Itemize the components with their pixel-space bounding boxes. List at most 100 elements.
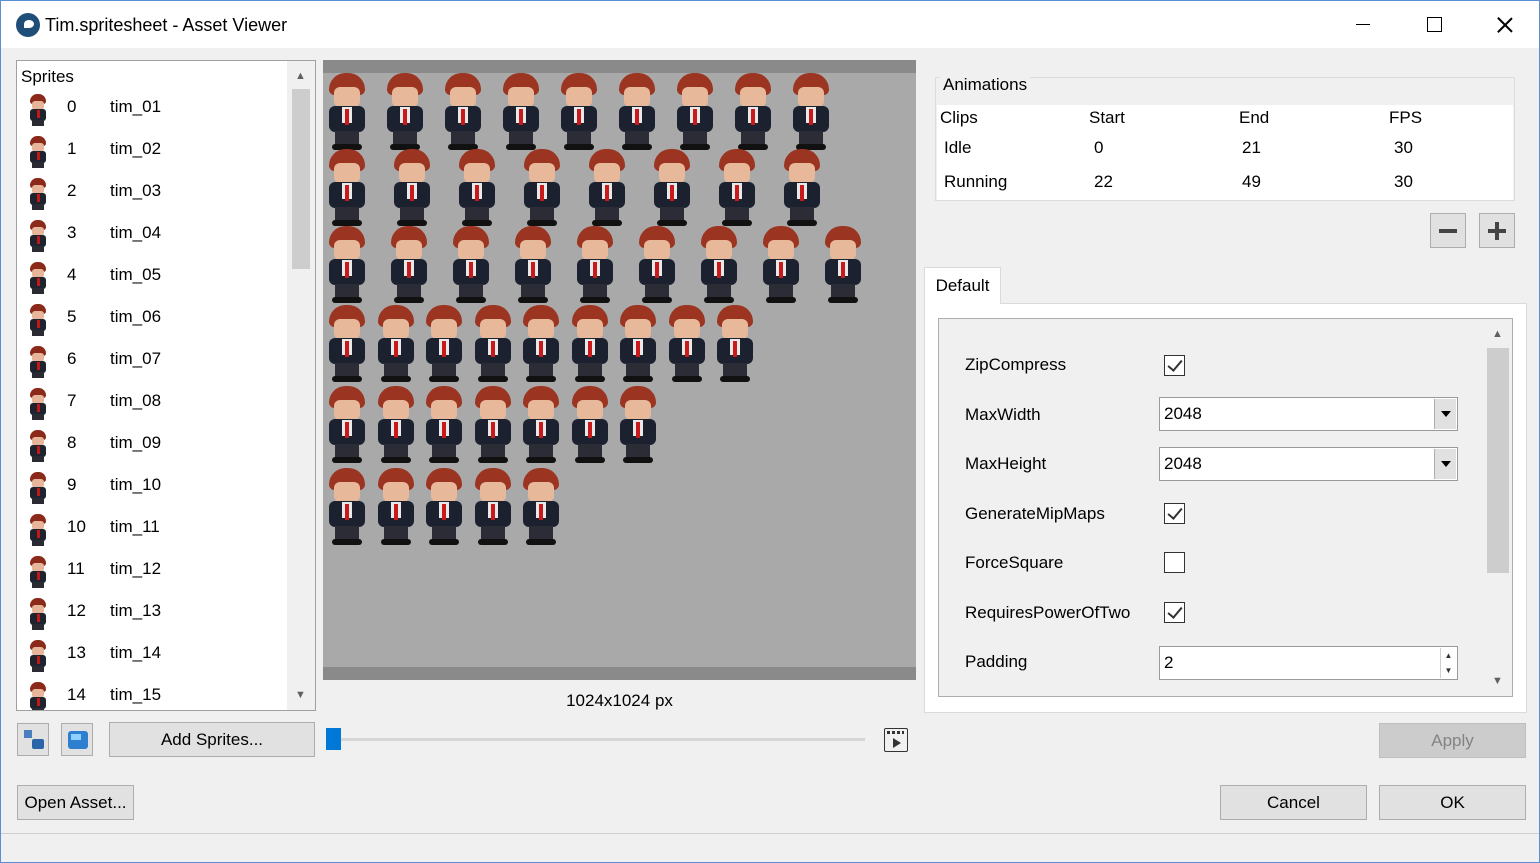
clip-fps[interactable]: 30	[1394, 138, 1413, 158]
requires-power-of-two-checkbox[interactable]	[1164, 602, 1185, 623]
sprite-name: tim_13	[110, 601, 162, 620]
list-item[interactable]: 5 tim_06	[17, 298, 287, 340]
apply-button[interactable]: Apply	[1379, 723, 1526, 758]
sprite-thumbnail-icon	[27, 136, 49, 168]
sprite-thumbnail-icon	[27, 472, 49, 504]
sprite-frame	[663, 305, 711, 383]
maximize-button[interactable]	[1399, 1, 1469, 48]
sprite-name: tim_03	[110, 181, 162, 200]
clip-fps[interactable]: 30	[1394, 172, 1413, 192]
list-item[interactable]: 8 tim_09	[17, 424, 287, 466]
status-bar	[1, 833, 1539, 862]
sprite-thumbnail-icon	[27, 598, 49, 630]
sprite-frame	[372, 468, 420, 546]
properties-scroll-thumb[interactable]	[1487, 348, 1509, 573]
list-item[interactable]: 13 tim_14	[17, 634, 287, 676]
minimize-button[interactable]	[1328, 1, 1398, 48]
sprite-frame	[469, 305, 517, 383]
list-item[interactable]: 9 tim_10	[17, 466, 287, 508]
properties-scrollbar[interactable]: ▲ ▼	[1484, 320, 1512, 695]
list-item[interactable]: 0 tim_01	[17, 88, 287, 130]
sprite-frame	[469, 386, 517, 464]
sprite-frame	[381, 73, 429, 151]
play-animation-icon[interactable]	[884, 728, 908, 752]
sprite-frame	[453, 149, 501, 227]
padding-spinbox[interactable]: 2 ▲ ▼	[1159, 646, 1458, 680]
sprite-frame	[372, 386, 420, 464]
list-item[interactable]: 6 tim_07	[17, 340, 287, 382]
force-square-checkbox[interactable]	[1164, 552, 1185, 573]
max-height-value: 2048	[1164, 454, 1202, 473]
sprite-frame	[420, 305, 468, 383]
frame-slider-track[interactable]	[331, 738, 865, 741]
sprite-frame	[323, 468, 371, 546]
sprite-frame	[323, 73, 371, 151]
requires-power-of-two-label: RequiresPowerOfTwo	[965, 603, 1131, 622]
sprite-frame	[555, 73, 603, 151]
clip-start[interactable]: 22	[1094, 172, 1113, 192]
spin-arrows-icon[interactable]: ▲ ▼	[1440, 648, 1456, 678]
clip-name[interactable]: Running	[944, 172, 1007, 192]
sprite-frame	[517, 305, 565, 383]
list-item[interactable]: 4 tim_05	[17, 256, 287, 298]
window-title: Tim.spritesheet - Asset Viewer	[45, 15, 288, 35]
sprite-name: tim_10	[110, 475, 162, 494]
sprites-list[interactable]: Sprites 0 tim_01 1 tim_02 2 tim_03 3 tim_04 4 tim…	[16, 60, 316, 711]
frame-slider-thumb[interactable]	[326, 728, 341, 750]
sprite-thumbnail-icon	[27, 430, 49, 462]
scroll-up-icon[interactable]: ▲	[1489, 325, 1506, 342]
list-item[interactable]: 14 tim_15	[17, 676, 287, 710]
max-width-label: MaxWidth	[965, 405, 1041, 424]
sprites-scrollbar[interactable]: ▲ ▼	[287, 61, 315, 710]
cancel-button[interactable]: Cancel	[1220, 785, 1367, 820]
max-width-select[interactable]: 2048	[1159, 397, 1458, 431]
sprite-index: 10	[67, 517, 86, 536]
padding-value: 2	[1164, 653, 1174, 672]
column-header-end: End	[1239, 108, 1270, 127]
list-item[interactable]: 11 tim_12	[17, 550, 287, 592]
list-item[interactable]: 1 tim_02	[17, 130, 287, 172]
sprite-thumbnail-icon	[27, 388, 49, 420]
list-item[interactable]: 10 tim_11	[17, 508, 287, 550]
sprites-scroll-thumb[interactable]	[292, 89, 310, 269]
column-header-start: Start	[1089, 108, 1125, 127]
remove-clip-button[interactable]	[1430, 213, 1466, 248]
sprite-frame	[787, 73, 835, 151]
close-button[interactable]	[1470, 1, 1540, 48]
preview-top-border	[323, 60, 916, 73]
importer-settings-button[interactable]	[17, 723, 49, 756]
ok-button[interactable]: OK	[1379, 785, 1526, 820]
sprite-frame	[566, 386, 614, 464]
preview-bottom-border	[323, 667, 916, 680]
chevron-down-icon[interactable]	[1434, 449, 1456, 479]
scroll-down-icon[interactable]: ▼	[1489, 672, 1506, 689]
generate-mip-maps-checkbox[interactable]	[1164, 503, 1185, 524]
zip-compress-checkbox[interactable]	[1164, 355, 1185, 376]
clip-end[interactable]: 49	[1242, 172, 1261, 192]
maximize-icon	[1426, 17, 1442, 32]
clip-name[interactable]: Idle	[944, 138, 971, 158]
list-item[interactable]: 7 tim_08	[17, 382, 287, 424]
animations-table[interactable]: Clips Start End FPS Idle 0 21 30 Running…	[937, 105, 1513, 200]
sprite-index: 2	[67, 181, 77, 200]
generate-mip-maps-label: GenerateMipMaps	[965, 504, 1105, 523]
list-item[interactable]: 2 tim_03	[17, 172, 287, 214]
list-item[interactable]: 3 tim_04	[17, 214, 287, 256]
clip-end[interactable]: 21	[1242, 138, 1261, 158]
package-asset-button[interactable]	[61, 723, 93, 756]
scroll-down-icon[interactable]: ▼	[292, 686, 309, 703]
open-asset-button[interactable]: Open Asset...	[17, 785, 134, 820]
title-bar: Tim.spritesheet - Asset Viewer	[1, 1, 1539, 48]
sprite-name: tim_07	[110, 349, 162, 368]
list-item[interactable]: 12 tim_13	[17, 592, 287, 634]
add-clip-button[interactable]	[1479, 213, 1515, 248]
max-height-select[interactable]: 2048	[1159, 447, 1458, 481]
scroll-up-icon[interactable]: ▲	[292, 67, 309, 84]
sprite-index: 1	[67, 139, 77, 158]
tab-default[interactable]: Default	[924, 267, 1001, 304]
clip-start[interactable]: 0	[1094, 138, 1103, 158]
sprite-name: tim_15	[110, 685, 162, 704]
chevron-down-icon[interactable]	[1434, 399, 1456, 429]
sprite-index: 13	[67, 643, 86, 662]
add-sprites-button[interactable]: Add Sprites...	[109, 722, 315, 757]
